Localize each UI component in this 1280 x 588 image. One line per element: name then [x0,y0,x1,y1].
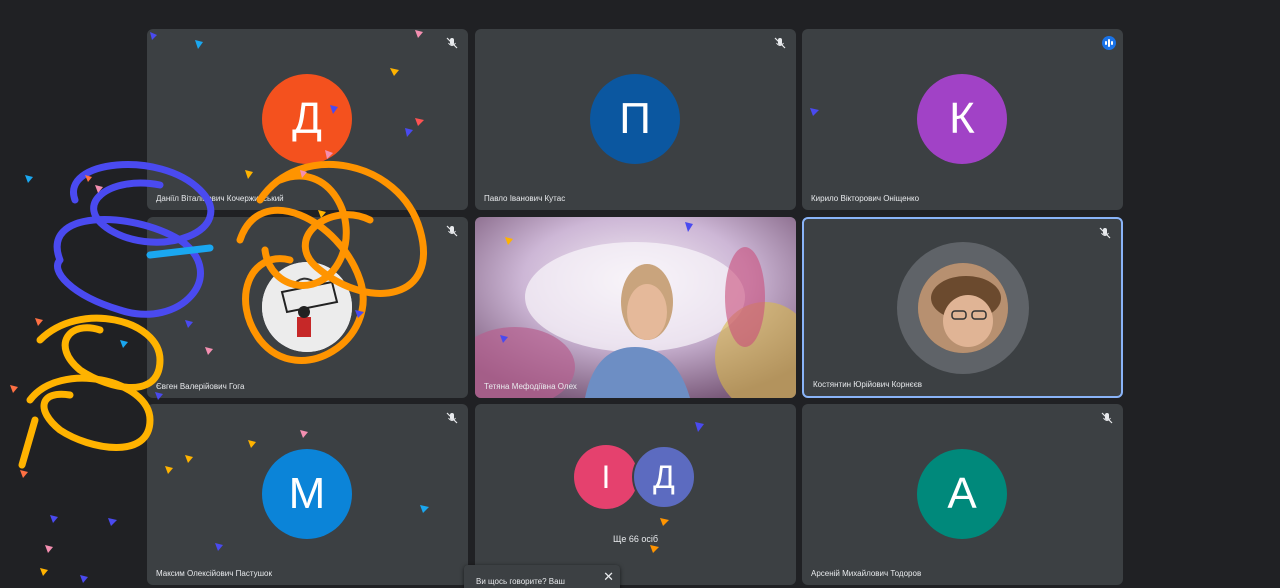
more-avatar-1: І [574,445,638,509]
participant-name: Павло Іванович Кутас [484,194,566,203]
mic-off-icon [446,37,458,49]
participant-avatar: П [590,74,680,164]
participant-name: Кирило Вікторович Оніщенко [811,194,920,203]
participant-avatar: Д [262,74,352,164]
mic-off-icon [774,37,786,49]
speaking-muted-toast: Ви щось говорите? Ваш ✕ [464,565,620,588]
participant-photo-avatar [262,262,352,352]
participant-photo-avatar [918,263,1008,353]
more-participants-label: Ще 66 осіб [612,534,659,544]
participant-name: Тетяна Мефодіївна Олех [484,382,577,391]
mic-off-icon [446,412,458,424]
participant-video-feed [475,217,796,398]
more-avatar-2: Д [632,445,696,509]
participant-name: Максим Олексійович Пастушок [156,569,272,578]
participant-tile[interactable]: Д Даніїл Віталійович Кочержинський [147,29,468,210]
participant-tile[interactable]: К Кирило Вікторович Оніщенко [802,29,1123,210]
toast-message: Ви щось говорите? Ваш [476,577,565,586]
user-photo-icon [918,263,1008,353]
participant-avatar: А [917,449,1007,539]
meeting-stage: Д Даніїл Віталійович Кочержинський П Пав… [0,0,1280,588]
more-participants-tile[interactable]: І Д Ще 66 осіб [475,404,796,585]
participant-tile[interactable]: Євген Валерійович Гога [147,217,468,398]
participant-avatar: М [262,449,352,539]
mic-off-icon [446,225,458,237]
participant-name: Євген Валерійович Гога [156,382,245,391]
mic-off-icon [1101,412,1113,424]
participant-video-tile[interactable]: Тетяна Мефодіївна Олех [475,217,796,398]
cartoon-avatar-icon [262,262,352,352]
participant-tile[interactable]: М Максим Олексійович Пастушок [147,404,468,585]
participant-tile[interactable]: А Арсеній Михайлович Тодоров [802,404,1123,585]
participant-name: Даніїл Віталійович Кочержинський [156,194,284,203]
close-icon[interactable]: ✕ [603,569,614,585]
participant-name: Арсеній Михайлович Тодоров [811,569,922,578]
participant-tile[interactable]: П Павло Іванович Кутас [475,29,796,210]
speaking-indicator-icon [1102,36,1116,50]
participant-name: Костянтин Юрійович Корнєєв [813,380,923,389]
participant-tile-active[interactable]: Костянтин Юрійович Корнєєв [802,217,1123,398]
participant-avatar: К [917,74,1007,164]
mic-off-icon [1099,227,1111,239]
